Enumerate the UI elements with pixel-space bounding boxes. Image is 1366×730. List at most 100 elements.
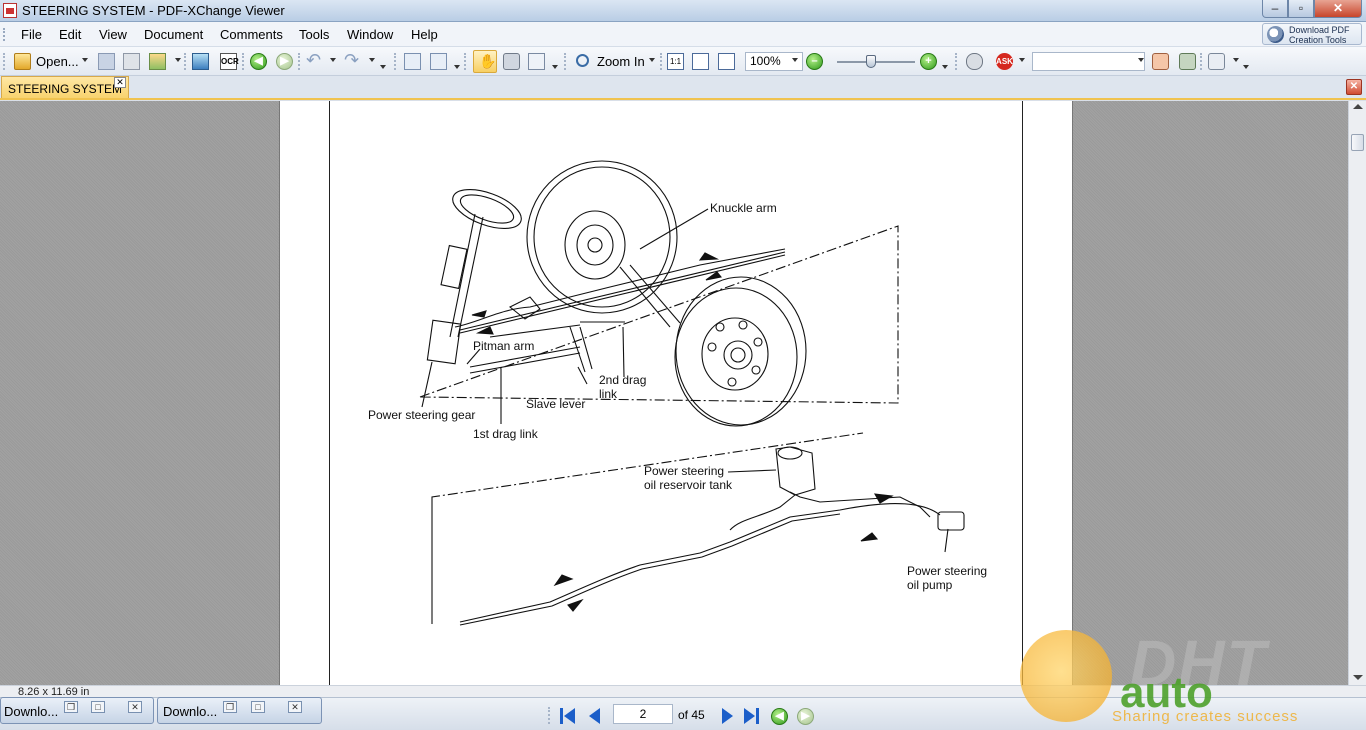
minimized-window-1-close-icon[interactable]: ✕ (128, 701, 142, 713)
search-options-icon[interactable] (1179, 53, 1196, 70)
minimize-button[interactable]: – (1262, 0, 1288, 18)
label-2nd-drag-link-line2: link (599, 387, 618, 401)
save-icon[interactable] (98, 53, 115, 70)
menu-bar: File Edit View Document Comments Tools W… (0, 22, 1366, 47)
menu-tools[interactable]: Tools (299, 27, 329, 42)
scrollbar-thumb[interactable] (1351, 134, 1364, 151)
fit-page-icon[interactable] (692, 53, 709, 70)
chassis-plane-bottom (431, 432, 864, 624)
label-pitman-arm: Pitman arm (473, 339, 534, 353)
back-icon[interactable]: ◀ (250, 53, 267, 70)
minimized-window-2-restore-icon[interactable]: ❐ (223, 701, 237, 713)
actual-size-icon[interactable]: 1:1 (667, 53, 684, 70)
find-binoculars-icon[interactable] (966, 53, 983, 70)
toolbar-separator (298, 53, 300, 70)
zoom-out-minus-icon[interactable]: – (806, 53, 823, 70)
forward-icon[interactable]: ▶ (276, 53, 293, 70)
open-dropdown-arrow[interactable] (82, 58, 88, 62)
menu-window[interactable]: Window (347, 27, 393, 42)
zoom-level-dropdown-arrow[interactable] (792, 58, 798, 62)
vertical-scrollbar[interactable] (1348, 101, 1366, 685)
open-button-label[interactable]: Open... (36, 54, 79, 75)
menu-document[interactable]: Document (144, 27, 203, 42)
rotate-pages-icon[interactable] (430, 53, 447, 70)
close-document-icon[interactable]: ✕ (1346, 79, 1362, 95)
steering-system-diagram: Knuckle arm Pitman arm 2nd drag link Sla… (368, 160, 987, 626)
search-input[interactable] (1032, 52, 1145, 71)
first-page-icon[interactable] (560, 708, 577, 725)
page-number-input[interactable]: 2 (613, 704, 673, 724)
select-text-icon[interactable] (528, 53, 545, 70)
ocr-icon[interactable]: OCR (220, 53, 239, 70)
toolbar-overflow-arrow[interactable] (380, 65, 386, 69)
toolbar-grip[interactable] (3, 53, 5, 70)
menubar-grip[interactable] (3, 28, 6, 41)
undo-icon[interactable]: ↶ (306, 51, 323, 70)
last-page-icon[interactable] (744, 708, 761, 725)
menu-comments[interactable]: Comments (220, 27, 283, 42)
customize-toolbar-icon[interactable] (1208, 53, 1225, 70)
snapshot-camera-icon[interactable] (503, 53, 520, 70)
label-2nd-drag-link-line1: 2nd drag (599, 373, 646, 387)
print-icon[interactable] (123, 53, 140, 70)
menu-view[interactable]: View (99, 27, 127, 42)
history-forward-icon[interactable]: ▶ (797, 708, 814, 725)
minimized-window-1[interactable]: Downlo... ❐ □ ✕ (0, 697, 154, 724)
fit-width-icon[interactable] (718, 53, 735, 70)
minimized-window-2[interactable]: Downlo... ❐ □ ✕ (157, 697, 322, 724)
close-window-button[interactable]: ✕ (1314, 0, 1362, 18)
search-dropdown-arrow[interactable] (1138, 58, 1144, 62)
redo-icon[interactable]: ↷ (344, 51, 361, 70)
scan-icon[interactable] (192, 53, 209, 70)
zoom-in-plus-icon[interactable]: + (920, 53, 937, 70)
document-tab-strip: STEERING SYSTEM ✕ ✕ (0, 76, 1366, 100)
rotate-dropdown-arrow[interactable] (454, 65, 460, 69)
minimized-window-2-maximize-icon[interactable]: □ (251, 701, 265, 713)
maximize-button[interactable]: ▫ (1288, 0, 1314, 18)
minimized-window-1-maximize-icon[interactable]: □ (91, 701, 105, 713)
hand-tool-button[interactable]: ✋ (473, 50, 497, 73)
menu-edit[interactable]: Edit (59, 27, 81, 42)
toolbar-separator (564, 53, 566, 70)
label-pump-line1: Power steering (907, 564, 987, 578)
reservoir-tank (775, 446, 816, 496)
page-count-label: of 45 (678, 708, 705, 722)
zoom-dropdown-arrow[interactable] (649, 58, 655, 62)
tab-steering-system[interactable]: STEERING SYSTEM ✕ (1, 76, 129, 98)
next-page-icon[interactable] (720, 708, 737, 725)
document-view[interactable]: Knuckle arm Pitman arm 2nd drag link Sla… (0, 101, 1348, 685)
export-icon[interactable] (149, 53, 166, 70)
export-dropdown-arrow[interactable] (175, 58, 181, 62)
zoom-in-icon[interactable] (576, 54, 589, 67)
label-slave-lever: Slave lever (526, 397, 585, 411)
zoom-overflow-arrow[interactable] (942, 65, 948, 69)
open-folder-icon[interactable] (14, 53, 31, 70)
customize-dropdown-arrow[interactable] (1233, 58, 1239, 62)
minimized-window-2-close-icon[interactable]: ✕ (288, 701, 302, 713)
redo-dropdown-arrow[interactable] (369, 58, 375, 62)
toolbar-options-arrow[interactable] (1243, 65, 1249, 69)
previous-page-icon[interactable] (587, 708, 604, 725)
zoom-slider-thumb[interactable] (866, 55, 876, 68)
zoom-in-label[interactable]: Zoom In (597, 54, 645, 75)
scroll-up-arrow-icon[interactable] (1353, 104, 1363, 109)
scroll-down-arrow-icon[interactable] (1353, 675, 1363, 680)
minimized-window-1-restore-icon[interactable]: ❐ (64, 701, 78, 713)
label-power-steering-gear: Power steering gear (368, 408, 475, 422)
tab-close-icon[interactable]: ✕ (114, 77, 126, 88)
ask-search-icon[interactable]: ASK (996, 53, 1013, 70)
undo-dropdown-arrow[interactable] (330, 58, 336, 62)
download-pdf-text: Download PDF Creation Tools (1289, 25, 1350, 45)
history-back-icon[interactable]: ◀ (771, 708, 788, 725)
toolbar-separator (242, 53, 244, 70)
minimized-window-2-label: Downlo... (163, 704, 218, 719)
menu-file[interactable]: File (21, 27, 42, 42)
download-pdf-tools-button[interactable]: Download PDF Creation Tools (1262, 23, 1362, 45)
search-provider-dropdown-arrow[interactable] (1019, 58, 1025, 62)
search-tools-icon[interactable] (1152, 53, 1169, 70)
zoom-slider-track[interactable] (837, 61, 915, 63)
select-dropdown-arrow[interactable] (552, 65, 558, 69)
rotate-view-icon[interactable] (404, 53, 421, 70)
nav-grip[interactable] (548, 707, 550, 724)
menu-help[interactable]: Help (411, 27, 438, 42)
